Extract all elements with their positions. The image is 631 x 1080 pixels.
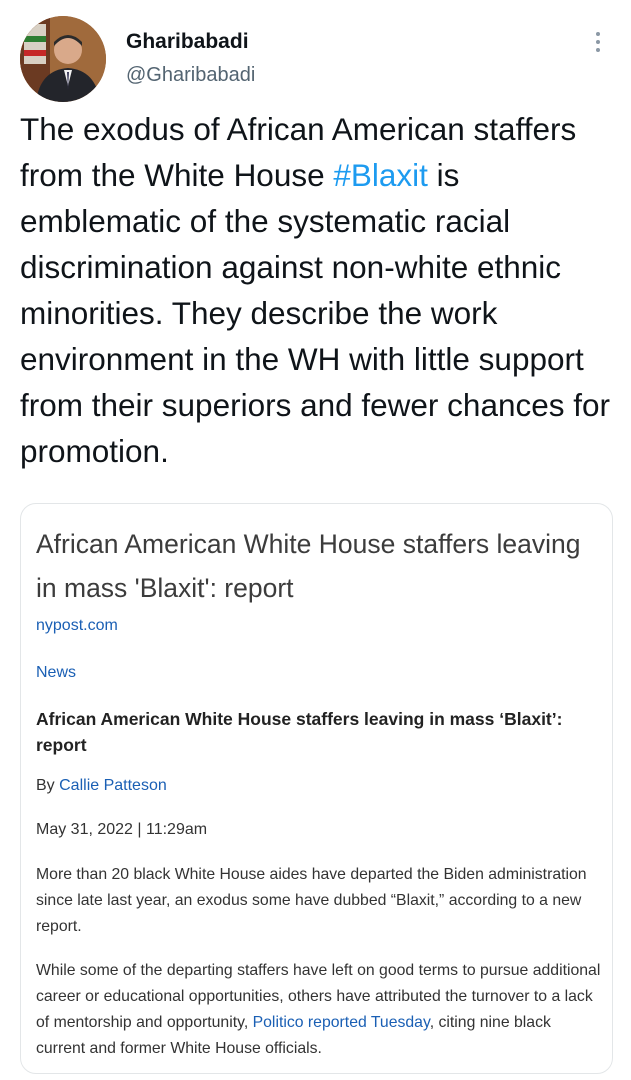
article-title: African American White House staffers le… <box>36 709 563 755</box>
article-paragraph: While some of the departing staffers hav… <box>36 958 601 1062</box>
avatar[interactable] <box>20 16 106 102</box>
tweet-text: The exodus of African American staffers … <box>20 106 620 474</box>
more-vertical-icon[interactable] <box>590 30 606 54</box>
user-handle[interactable]: @Gharibabadi <box>126 64 255 87</box>
politico-link[interactable]: Politico reported Tuesday <box>253 1014 430 1031</box>
byline-prefix: By <box>36 777 60 794</box>
display-name[interactable]: Gharibabadi <box>126 30 249 54</box>
hashtag-link[interactable]: #Blaxit <box>333 157 428 193</box>
author-link[interactable]: Callie Patteson <box>59 777 167 794</box>
tweet-text-part: The exodus of African American staffers … <box>20 111 577 193</box>
card-headline[interactable]: African American White House staffers le… <box>36 522 596 610</box>
tweet-text-part: is emblematic of the systematic racial d… <box>20 157 611 469</box>
article-date: May 31, 2022 | 11:29am <box>36 821 208 838</box>
link-preview-card[interactable]: African American White House staffers le… <box>20 503 613 1074</box>
card-source[interactable]: nypost.com <box>36 617 118 635</box>
article-paragraph: More than 20 black White House aides hav… <box>36 866 587 935</box>
byline: By Callie Patteson <box>36 777 167 795</box>
article-section-link[interactable]: News <box>36 664 76 682</box>
